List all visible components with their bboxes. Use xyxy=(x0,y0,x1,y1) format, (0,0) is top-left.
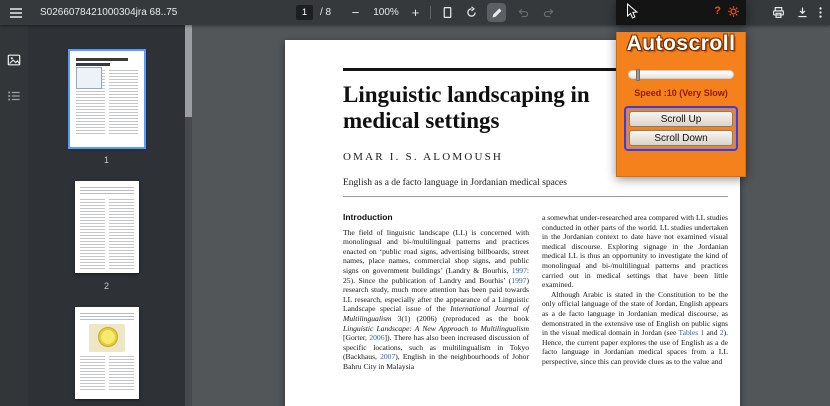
rotate-icon[interactable] xyxy=(462,3,481,22)
document-filename: S0266078421000304jra 68..75 xyxy=(40,7,178,18)
thumbnail-2-label: 2 xyxy=(103,281,109,291)
page-number-input[interactable] xyxy=(296,5,313,20)
thumbnails-panel-icon[interactable] xyxy=(0,47,28,73)
page-count-label: / 8 xyxy=(320,7,332,18)
speed-slider-thumb[interactable] xyxy=(636,69,640,81)
paragraph: a somewhat under-researched area compare… xyxy=(542,213,728,290)
cursor-icon xyxy=(626,2,639,25)
thumbnail-panel: 1 2 3 xyxy=(28,25,185,406)
right-column: a somewhat under-researched area compare… xyxy=(542,213,728,372)
sidebar-scrollbar-thumb[interactable] xyxy=(185,25,192,117)
article-title-line2: medical settings xyxy=(343,108,500,133)
thumbnail-1-label: 1 xyxy=(103,155,109,165)
left-column: Introduction The field of linguistic lan… xyxy=(343,212,530,372)
article-title-line1: Linguistic landscaping in xyxy=(343,82,590,107)
speed-slider[interactable] xyxy=(628,69,734,81)
document-outline-icon[interactable] xyxy=(0,83,28,109)
toolbar-divider xyxy=(430,6,431,19)
scroll-up-button[interactable]: Scroll Up xyxy=(629,111,733,127)
article-body: Introduction The field of linguistic lan… xyxy=(343,212,728,372)
more-options-icon[interactable] xyxy=(811,3,830,22)
thumbnail-2-preview xyxy=(75,181,139,269)
autoscroll-extension-popup: ? Autoscroll Speed :10 (Very Slow) Scrol… xyxy=(616,0,746,177)
zoom-level: 100% xyxy=(373,7,399,18)
zoom-in-button[interactable]: + xyxy=(406,3,425,22)
thumbnail-1-preview xyxy=(70,51,144,136)
scroll-down-button[interactable]: Scroll Down xyxy=(629,130,733,146)
sidebar-scrollbar[interactable] xyxy=(185,25,192,406)
thumbnail-1-header-box xyxy=(75,67,102,89)
thumbnail-page-1[interactable] xyxy=(67,49,146,149)
paragraph: The field of linguistic landscape (LL) i… xyxy=(343,227,530,371)
section-heading: Introduction xyxy=(343,212,393,222)
sidebar-rail xyxy=(0,25,28,406)
undo-icon[interactable] xyxy=(514,3,533,22)
redo-icon[interactable] xyxy=(539,3,558,22)
help-icon[interactable]: ? xyxy=(714,5,721,17)
popup-title: Autoscroll xyxy=(626,32,736,55)
annotate-pen-icon[interactable] xyxy=(487,3,506,22)
pdf-viewer-window: S0266078421000304jra 68..75 / 8 − 100% + xyxy=(0,0,830,406)
print-icon[interactable] xyxy=(769,3,788,22)
header-rule xyxy=(343,196,728,197)
article-subtitle: English as a de facto language in Jordan… xyxy=(343,178,567,188)
fit-page-icon[interactable] xyxy=(438,3,457,22)
thumbnail-3-figure xyxy=(88,324,125,352)
download-icon[interactable] xyxy=(793,3,812,22)
thumbnail-page-3[interactable] xyxy=(74,307,139,399)
speed-label: Speed :10 (Very Slow) xyxy=(634,88,728,98)
thumbnail-page-2[interactable] xyxy=(74,181,139,273)
thumbnail-3-preview xyxy=(75,307,139,392)
popup-header: ? xyxy=(616,0,746,25)
zoom-out-button[interactable]: − xyxy=(346,3,365,22)
paragraph: Although Arabic is stated in the Constit… xyxy=(542,289,728,366)
menu-icon[interactable] xyxy=(6,3,25,22)
scroll-buttons-highlight: Scroll Up Scroll Down xyxy=(624,106,738,151)
settings-gear-icon[interactable] xyxy=(727,5,740,23)
popup-body: Autoscroll Speed :10 (Very Slow) Scroll … xyxy=(616,32,746,177)
